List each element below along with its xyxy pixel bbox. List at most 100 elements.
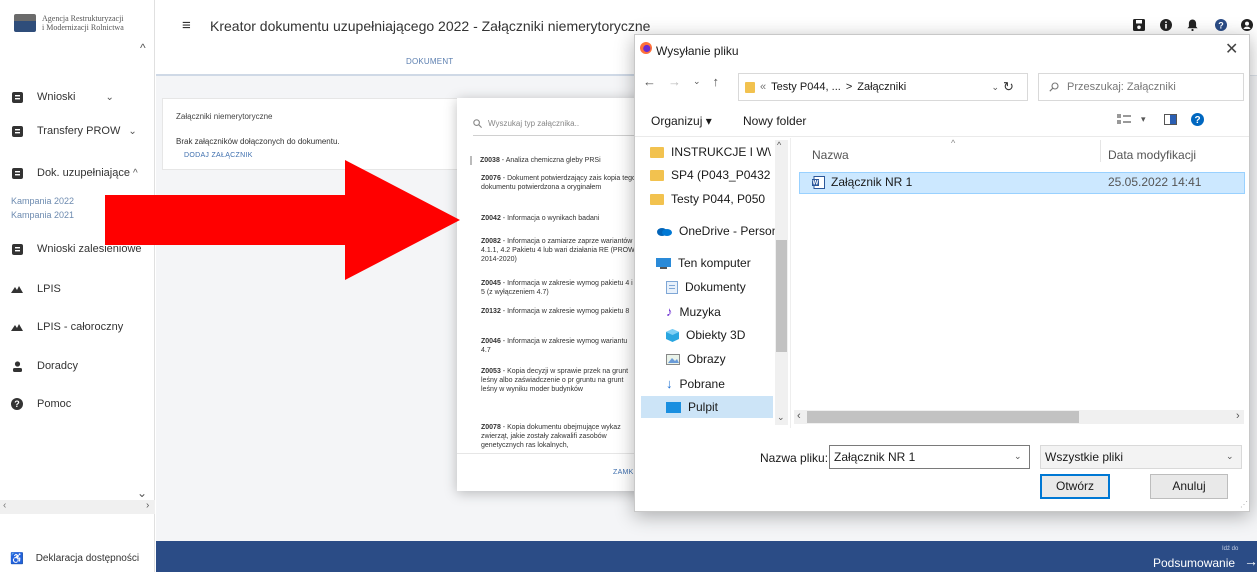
summary-button[interactable]: Podsumowanie <box>1153 556 1235 570</box>
dialog-search-field[interactable]: Przeszukaj: Załączniki <box>1038 73 1244 101</box>
scroll-right-icon[interactable]: › <box>146 500 149 511</box>
column-separator[interactable] <box>1100 140 1101 162</box>
accessibility-declaration-link[interactable]: ♿ Deklaracja dostępności <box>10 552 139 565</box>
picker-close-button[interactable]: ZAMK <box>613 469 634 476</box>
tab-document[interactable]: DOKUMENT <box>406 57 453 66</box>
list-item[interactable]: Z0082 - Informacja o zamiarze zaprze war… <box>481 237 636 264</box>
bell-icon[interactable] <box>1187 19 1198 31</box>
sidebar-item-transfery[interactable]: Transfery PROW ⌄ <box>10 125 137 137</box>
organize-menu[interactable]: Organizuj ▾ <box>651 114 712 128</box>
logo-text-line1: Agencja Restrukturyzacji <box>42 14 124 23</box>
sidebar-item-wnioski[interactable]: Wnioski ⌄ <box>10 91 114 103</box>
attachment-description: - Dokument potwierdzający zais kopia teg… <box>481 175 636 191</box>
attachment-search[interactable]: Wyszukaj typ załącznika.. <box>473 112 638 136</box>
tree-item-testy[interactable]: Testy P044, P050 <box>650 192 775 206</box>
back-arrow-icon[interactable]: ← <box>643 74 656 89</box>
documents-icon <box>666 280 678 294</box>
chevron-down-icon[interactable]: ⌄ <box>1226 451 1234 462</box>
list-item[interactable]: Z0053 - Kopia decyzji w sprawie przek na… <box>481 367 636 394</box>
list-item[interactable]: Z0046 - Informacja w zakresie wymog wari… <box>481 337 636 355</box>
list-item[interactable]: Z0045 - Informacja w zakresie wymog paki… <box>481 279 636 297</box>
tree-item-pobrane[interactable]: ↓ Pobrane <box>666 376 776 391</box>
user-icon[interactable] <box>1241 19 1253 31</box>
tree-item-ten-komputer[interactable]: Ten komputer <box>656 256 781 270</box>
sidebar-item-pomoc[interactable]: ? Pomoc <box>10 398 71 410</box>
sidebar-subitem-kampania-2022[interactable]: Kampania 2022 <box>11 196 74 206</box>
sidebar-item-doradcy[interactable]: Doradcy <box>10 360 78 372</box>
column-header-date[interactable]: Data modyfikacji <box>1108 148 1196 162</box>
logo-icon <box>14 14 36 32</box>
chevron-down-icon[interactable]: ⌄ <box>991 82 999 93</box>
next-step-caption: Idź do <box>1222 546 1239 552</box>
chevron-down-icon[interactable]: ▾ <box>1141 114 1146 125</box>
wheelchair-icon: ♿ <box>10 553 24 565</box>
tree-item-instrukcje[interactable]: INSTRUKCJE I W\ <box>650 145 775 159</box>
help-icon[interactable]: ? <box>1215 19 1227 31</box>
column-header-name[interactable]: Nazwa <box>812 148 849 162</box>
forward-arrow-icon[interactable]: → <box>668 74 681 89</box>
address-bar[interactable]: « Testy P044, ... > Załączniki ⌄ <box>738 73 1028 101</box>
preview-pane-icon[interactable] <box>1163 114 1177 125</box>
scroll-left-icon[interactable]: ‹ <box>3 500 6 511</box>
cancel-button[interactable]: Anuluj <box>1150 474 1228 499</box>
scroll-right-icon[interactable]: › <box>1236 410 1240 422</box>
breadcrumb-zalaczniki[interactable]: Załączniki <box>857 81 906 93</box>
new-folder-button[interactable]: Nowy folder <box>743 114 806 128</box>
list-scrollbar-thumb[interactable] <box>807 411 1079 423</box>
view-options-icon[interactable] <box>1117 114 1131 125</box>
sidebar-horizontal-scrollbar[interactable] <box>0 500 155 514</box>
person-icon <box>10 360 24 372</box>
sidebar-item-label: Wnioski <box>37 91 76 103</box>
search-placeholder: Przeszukaj: Załączniki <box>1067 81 1176 93</box>
folder-icon <box>650 146 664 158</box>
tree-item-onedrive[interactable]: OneDrive - Person <box>656 224 781 238</box>
scroll-left-icon[interactable]: ‹ <box>797 410 801 422</box>
breadcrumb-testy[interactable]: Testy P044, ... <box>771 81 841 93</box>
sidebar-item-label: LPIS - całoroczny <box>37 321 124 333</box>
scroll-up-icon[interactable]: ^ <box>777 140 781 150</box>
tree-item-obrazy[interactable]: Obrazy <box>666 352 776 366</box>
list-item[interactable]: Z0042 - Informacja o wynikach badani <box>481 214 636 223</box>
attachment-description: - Kopia decyzji w sprawie przek na grunt… <box>481 368 629 393</box>
address-overflow[interactable]: « <box>760 81 766 93</box>
pane-divider[interactable] <box>790 138 791 428</box>
tree-item-dokumenty[interactable]: Dokumenty <box>666 280 776 294</box>
list-item[interactable]: Z0132 - Informacja w zakresie wymog paki… <box>481 307 636 316</box>
list-item[interactable]: Z0038 - Analiza chemiczna gleby PRSi <box>470 156 625 165</box>
hamburger-menu-icon[interactable]: ≡ <box>182 17 191 34</box>
help-icon[interactable]: ? <box>1190 113 1204 126</box>
info-icon[interactable] <box>1160 19 1172 31</box>
tree-item-obiekty-3d[interactable]: Obiekty 3D <box>666 328 776 342</box>
file-type-filter[interactable]: Wszystkie pliki <box>1040 445 1242 469</box>
up-arrow-icon[interactable]: ↑ <box>713 74 720 89</box>
tree-scrollbar-thumb[interactable] <box>776 240 787 352</box>
view-toolbar: ▾ ? <box>1117 113 1204 126</box>
open-button[interactable]: Otwórz <box>1040 474 1110 499</box>
sidebar-item-lpis[interactable]: LPIS <box>10 283 61 295</box>
tree-item-sp4[interactable]: SP4 (P043_P0432 <box>650 168 775 182</box>
tree-item-pulpit[interactable]: Pulpit <box>666 400 776 414</box>
sidebar-subitem-kampania-2021[interactable]: Kampania 2021 <box>11 210 74 220</box>
chevron-down-icon[interactable]: ⌄ <box>1014 451 1022 462</box>
sidebar-scroll-up-icon[interactable]: ^ <box>140 41 146 55</box>
add-attachment-button[interactable]: DODAJ ZAŁĄCZNIK <box>184 152 253 159</box>
filename-input[interactable]: Załącznik NR 1 <box>829 445 1030 469</box>
page-title: Kreator dokumentu uzupełniającego 2022 -… <box>210 18 651 34</box>
attachment-code: Z0038 <box>480 157 500 164</box>
resize-grip-icon[interactable]: ⋰ <box>1240 500 1248 509</box>
list-item[interactable]: Z0076 - Dokument potwierdzający zais kop… <box>481 174 636 192</box>
computer-icon <box>656 257 671 269</box>
refresh-icon[interactable]: ↻ <box>1003 79 1014 95</box>
sidebar-scroll-down-icon[interactable]: ⌄ <box>137 486 147 500</box>
save-icon[interactable] <box>1133 19 1145 31</box>
close-icon[interactable]: ✕ <box>1225 39 1238 59</box>
list-item[interactable]: Z0078 - Kopia dokumentu obejmujące wykaz… <box>481 423 636 450</box>
sidebar-item-lpis-caloroczny[interactable]: LPIS - całoroczny <box>10 321 123 333</box>
scroll-down-icon[interactable]: ⌄ <box>777 412 785 423</box>
tree-item-muzyka[interactable]: ♪ Muzyka <box>666 304 776 319</box>
recent-locations-icon[interactable]: ⌄ <box>693 76 701 87</box>
arrow-right-icon[interactable]: → <box>1244 553 1257 569</box>
logo[interactable]: Agencja Restrukturyzacji i Modernizacji … <box>14 14 124 32</box>
breadcrumb-separator: > <box>845 81 853 93</box>
help-icon: ? <box>10 398 24 410</box>
